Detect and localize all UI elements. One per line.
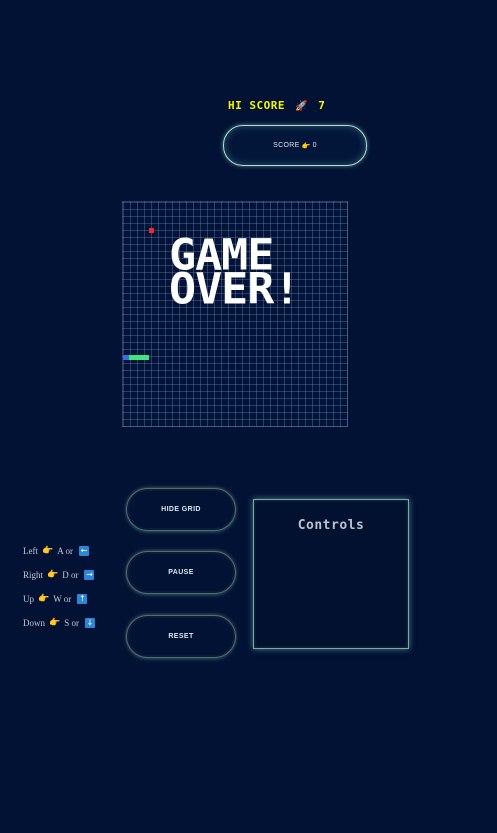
control-direction: Up <box>23 593 34 604</box>
control-key: S or <box>64 617 79 628</box>
game-board[interactable]: GAME OVER! <box>122 201 348 427</box>
pointing-hand-icon: 👉 <box>301 142 311 150</box>
arrow-right-icon: → <box>84 569 95 580</box>
hi-score-label: HI SCORE <box>228 99 285 112</box>
arrow-left-icon: ← <box>78 545 89 556</box>
hi-score-value: 7 <box>318 99 326 112</box>
hi-score: HI SCORE 🚀 7 <box>228 99 325 112</box>
game-page: HI SCORE 🚀 7 SCORE 👉 0 GAME OVER! HIDE G… <box>0 0 497 833</box>
snake-body <box>129 355 149 360</box>
control-key: D or <box>62 569 79 580</box>
control-row-left: Left 👉 A or ← <box>23 545 89 556</box>
control-direction: Down <box>23 617 45 628</box>
reset-button[interactable]: RESET <box>127 616 235 657</box>
pause-button[interactable]: PAUSE <box>127 552 235 593</box>
controls-panel: Controls <box>253 499 409 649</box>
control-row-right: Right 👉 D or → <box>23 569 95 580</box>
controls-title: Controls <box>297 518 365 533</box>
pointing-hand-icon: 👉 <box>42 545 54 555</box>
food-pellet <box>149 228 154 233</box>
control-direction: Left <box>23 545 38 556</box>
arrow-down-icon: ↓ <box>84 617 95 628</box>
score-value: 0 <box>312 142 317 149</box>
control-direction: Right <box>23 569 44 580</box>
hide-grid-button[interactable]: HIDE GRID <box>127 489 235 530</box>
control-row-down: Down 👉 S or ↓ <box>23 617 95 628</box>
pointing-hand-icon: 👉 <box>49 617 61 627</box>
arrow-up-icon: ↑ <box>77 593 88 604</box>
rocket-icon: 🚀 <box>295 101 309 112</box>
game-over-text: GAME OVER! <box>169 229 300 314</box>
control-row-up: Up 👉 W or ↑ <box>23 593 88 604</box>
score-display: SCORE 👉 0 <box>223 125 367 166</box>
pointing-hand-icon: 👉 <box>38 593 50 603</box>
control-key: W or <box>53 593 72 604</box>
control-key: A or <box>57 545 73 556</box>
pointing-hand-icon: 👉 <box>47 569 59 579</box>
score-label: SCORE <box>273 142 300 149</box>
